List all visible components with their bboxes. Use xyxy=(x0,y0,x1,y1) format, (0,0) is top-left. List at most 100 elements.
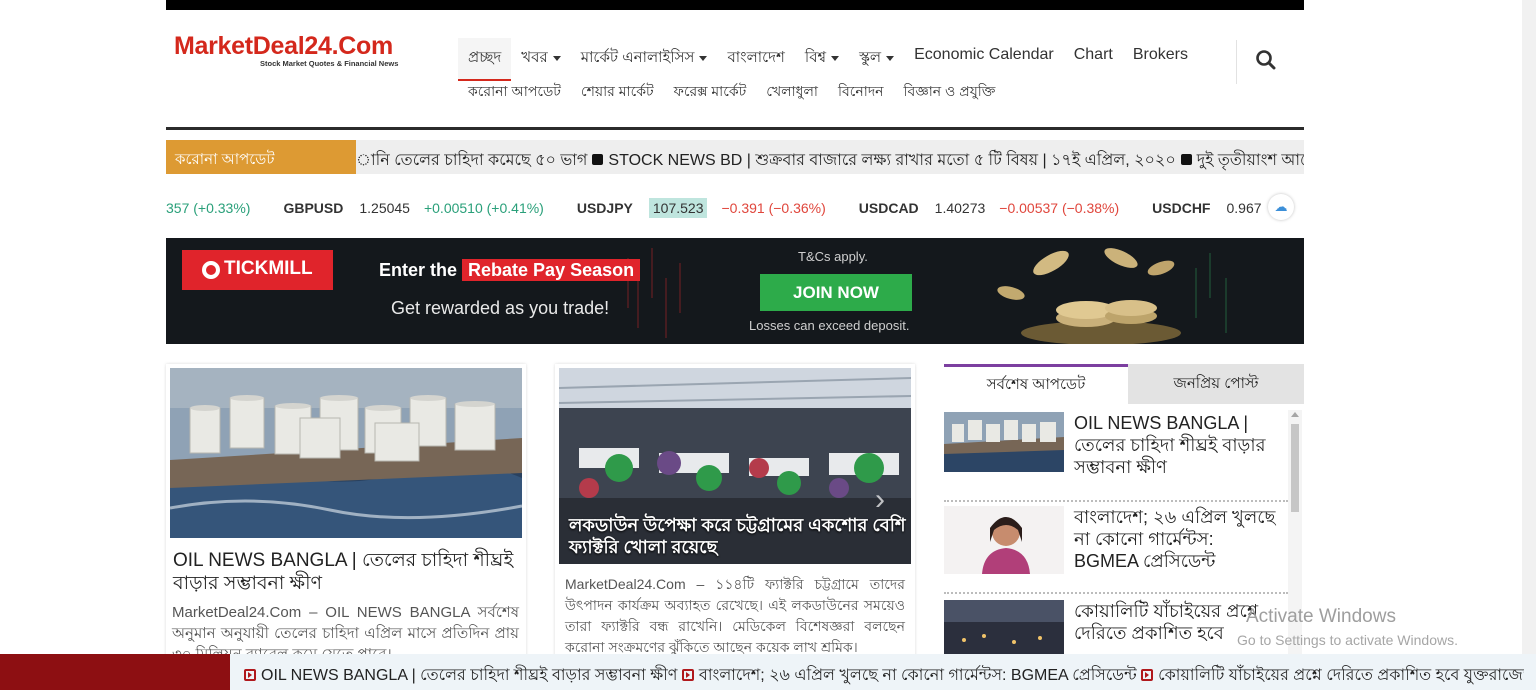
scroll-thumb[interactable] xyxy=(1291,424,1299,512)
nav-item-forex-market[interactable]: ফরেক্স মার্কেট xyxy=(664,78,757,106)
play-icon xyxy=(681,669,694,681)
join-now-button[interactable]: JOIN NOW xyxy=(760,274,912,311)
ticker-item[interactable]: STOCK NEWS BD | শুক্রবার বাজারে লক্ষ্য র… xyxy=(608,152,1175,169)
caret-down-icon xyxy=(831,55,840,61)
banner-subline: Get rewarded as you trade! xyxy=(391,298,610,318)
sidebar-post[interactable]: OIL NEWS BANGLA | তেলের চাহিদা শীঘ্রই বা… xyxy=(944,412,1288,494)
tab-latest-update[interactable]: সর্বশেষ আপডেট xyxy=(944,364,1128,404)
bottom-ticker-text[interactable]: OIL NEWS BANGLA | তেলের চাহিদা শীঘ্রই বা… xyxy=(244,662,1524,689)
nav-item-entertainment[interactable]: বিনোদন xyxy=(828,78,894,106)
nav-label: খবর xyxy=(521,49,548,66)
post-divider xyxy=(944,500,1288,502)
play-icon xyxy=(244,669,256,681)
post-thumbnail[interactable] xyxy=(944,600,1064,660)
bottom-news-ticker: OIL NEWS BANGLA | তেলের চাহিদা শীঘ্রই বা… xyxy=(0,654,1536,690)
activate-windows-hint: Go to Settings to activate Windows. xyxy=(1237,632,1458,648)
cloud-icon[interactable]: ☁ xyxy=(1268,194,1294,220)
post-title[interactable]: বাংলাদেশ; ২৬ এপ্রিল খুলছে না কোনো গার্মে… xyxy=(1074,506,1282,572)
caret-down-icon xyxy=(699,55,708,61)
bottom-ticker-item[interactable]: OIL NEWS BANGLA | তেলের চাহিদা শীঘ্রই বা… xyxy=(261,667,677,684)
nav-item-world[interactable]: বিশ্ব xyxy=(795,38,849,81)
nav-item-news[interactable]: খবর xyxy=(511,38,570,81)
brand-name: TICKMILL xyxy=(224,258,313,279)
fx-pair[interactable]: GBPUSD xyxy=(283,200,343,216)
nav-label: Brokers xyxy=(1132,46,1188,63)
nav-label: Chart xyxy=(1073,46,1113,63)
scroll-up-icon[interactable] xyxy=(1291,412,1299,417)
fx-change: −0.00537 (−0.38%) xyxy=(999,200,1120,216)
window-scrollbar[interactable] xyxy=(1522,0,1536,690)
article-excerpt: MarketDeal24.Com – ১১৪টি ফ্যাক্টরি চট্টগ… xyxy=(565,576,905,655)
nav-label: স্কুল xyxy=(859,49,882,66)
nav-item-bangladesh[interactable]: বাংলাদেশ xyxy=(717,38,794,81)
nav-item-corona-update[interactable]: করোনা আপডেট xyxy=(458,78,571,106)
nav-divider xyxy=(1236,40,1237,84)
article-card[interactable]: OIL NEWS BANGLA | তেলের চাহিদা শীঘ্রই বা… xyxy=(166,364,526,664)
article-image-factory[interactable]: › লকডাউন উপেক্ষা করে চট্টগ্রামের একশোর ব… xyxy=(559,368,911,564)
nav-label: বাংলাদেশ xyxy=(727,49,785,66)
oil-tanks-photo xyxy=(170,368,522,538)
square-bullet-icon xyxy=(1180,154,1192,165)
article-image-oil-tanks[interactable] xyxy=(170,368,522,538)
sidebar-tabs: সর্বশেষ আপডেট জনপ্রিয় পোস্ট xyxy=(944,364,1304,404)
sidebar-post[interactable]: বাংলাদেশ; ২৬ এপ্রিল খুলছে না কোনো গার্মে… xyxy=(944,506,1288,588)
headline-highlight: Rebate Pay Season xyxy=(462,259,641,281)
nav-label: বিশ্ব xyxy=(804,49,827,66)
fx-price: 1.25045 xyxy=(359,200,410,216)
caret-down-icon xyxy=(552,55,561,61)
bottom-ticker-item[interactable]: বাংলাদেশ; ২৬ এপ্রিল খুলছে না কোনো গার্মে… xyxy=(699,667,1137,684)
post-thumbnail[interactable] xyxy=(944,412,1064,472)
nav-label: প্রচ্ছদ xyxy=(468,49,502,66)
fx-change: +0.00510 (+0.41%) xyxy=(423,200,544,216)
ticker-item[interactable]: ানি তেলের চাহিদা কমেছে ৫০ ভাগ xyxy=(356,152,587,169)
logo-tagline: Stock Market Quotes & Financial News xyxy=(260,59,399,68)
logo-text[interactable]: MarketDeal24.Com xyxy=(174,32,393,60)
headline-prefix: Enter the xyxy=(379,260,458,280)
oil-tanks-thumb xyxy=(944,412,1064,472)
tickmill-ad-banner[interactable]: TICKMILL Enter the Rebate Pay Season Get… xyxy=(166,238,1304,344)
chevron-right-icon[interactable]: › xyxy=(875,483,885,517)
square-bullet-icon xyxy=(592,154,604,165)
nav-item-brokers[interactable]: Brokers xyxy=(1123,38,1198,74)
primary-nav: প্রচ্ছদ খবর মার্কেট এনালাইসিস বাংলাদেশ ব… xyxy=(458,38,1198,81)
fx-price: 0.967 xyxy=(1226,200,1262,216)
search-button[interactable] xyxy=(1254,48,1278,72)
search-icon xyxy=(1256,50,1276,70)
fx-quotes-strip: 357 (+0.33%) GBPUSD 1.25045 +0.00510 (+0… xyxy=(166,195,1304,221)
nav-item-sports[interactable]: খেলাধুলা xyxy=(756,78,828,106)
post-thumbnail[interactable] xyxy=(944,506,1064,574)
nav-item-school[interactable]: স্কুল xyxy=(849,38,904,81)
fx-price: 107.523 xyxy=(648,198,708,218)
bottom-ticker-item[interactable]: কোয়ালিটি যাঁচাইয়ের প্রশ্নে দেরিতে প্রক… xyxy=(1158,667,1524,684)
nav-item-share-market[interactable]: শেয়ার মার্কেট xyxy=(571,78,664,106)
tab-popular-posts[interactable]: জনপ্রিয় পোস্ট xyxy=(1128,364,1304,404)
nav-label: মার্কেট এনালাইসিস xyxy=(580,49,695,66)
secondary-nav: করোনা আপডেট শেয়ার মার্কেট ফরেক্স মার্কে… xyxy=(458,78,1005,106)
article-title-overlay[interactable]: লকডাউন উপেক্ষা করে চট্টগ্রামের একশোর বেশ… xyxy=(569,514,909,558)
top-black-bar xyxy=(166,0,1304,10)
fx-price: 1.40273 xyxy=(934,200,986,216)
tickmill-logo: TICKMILL xyxy=(182,250,333,290)
post-title[interactable]: OIL NEWS BANGLA | তেলের চাহিদা শীঘ্রই বা… xyxy=(1074,412,1282,478)
tickmill-gear-icon xyxy=(202,261,220,279)
ticker-label[interactable]: করোনা আপডেট xyxy=(166,140,356,174)
nav-item-market-analysis[interactable]: মার্কেট এনালাইসিস xyxy=(571,38,718,81)
ticker-item[interactable]: দুই তৃতীয়াংশ আর্মে xyxy=(1197,152,1304,169)
site-logo[interactable]: MarketDeal24.Com Stock Market Quotes & F… xyxy=(174,32,398,68)
fx-change: −0.391 (−0.36%) xyxy=(721,200,826,216)
article-card[interactable]: › লকডাউন উপেক্ষা করে চট্টগ্রামের একশোর ব… xyxy=(555,364,915,664)
article-title[interactable]: OIL NEWS BANGLA | তেলের চাহিদা শীঘ্রই বা… xyxy=(173,549,518,595)
news-ticker: করোনা আপডেট ানি তেলের চাহিদা কমেছে ৫০ ভা… xyxy=(166,140,1304,174)
nav-item-home[interactable]: প্রচ্ছদ xyxy=(458,38,512,81)
fx-pair[interactable]: USDCAD xyxy=(859,200,919,216)
fx-pair[interactable]: USDCHF xyxy=(1152,200,1210,216)
gold-coins-illustration xyxy=(997,248,1181,344)
ticker-text[interactable]: ানি তেলের চাহিদা কমেছে ৫০ ভাগ STOCK NEWS … xyxy=(356,140,1304,174)
nav-item-science-tech[interactable]: বিজ্ঞান ও প্রযুক্তি xyxy=(894,78,1006,106)
nav-item-chart[interactable]: Chart xyxy=(1064,38,1123,74)
fx-pair[interactable]: USDJPY xyxy=(577,200,633,216)
caret-down-icon xyxy=(886,55,895,61)
banner-terms: T&Cs apply. xyxy=(798,249,868,264)
nav-item-economic-calendar[interactable]: Economic Calendar xyxy=(904,38,1064,74)
post-divider xyxy=(944,592,1288,594)
